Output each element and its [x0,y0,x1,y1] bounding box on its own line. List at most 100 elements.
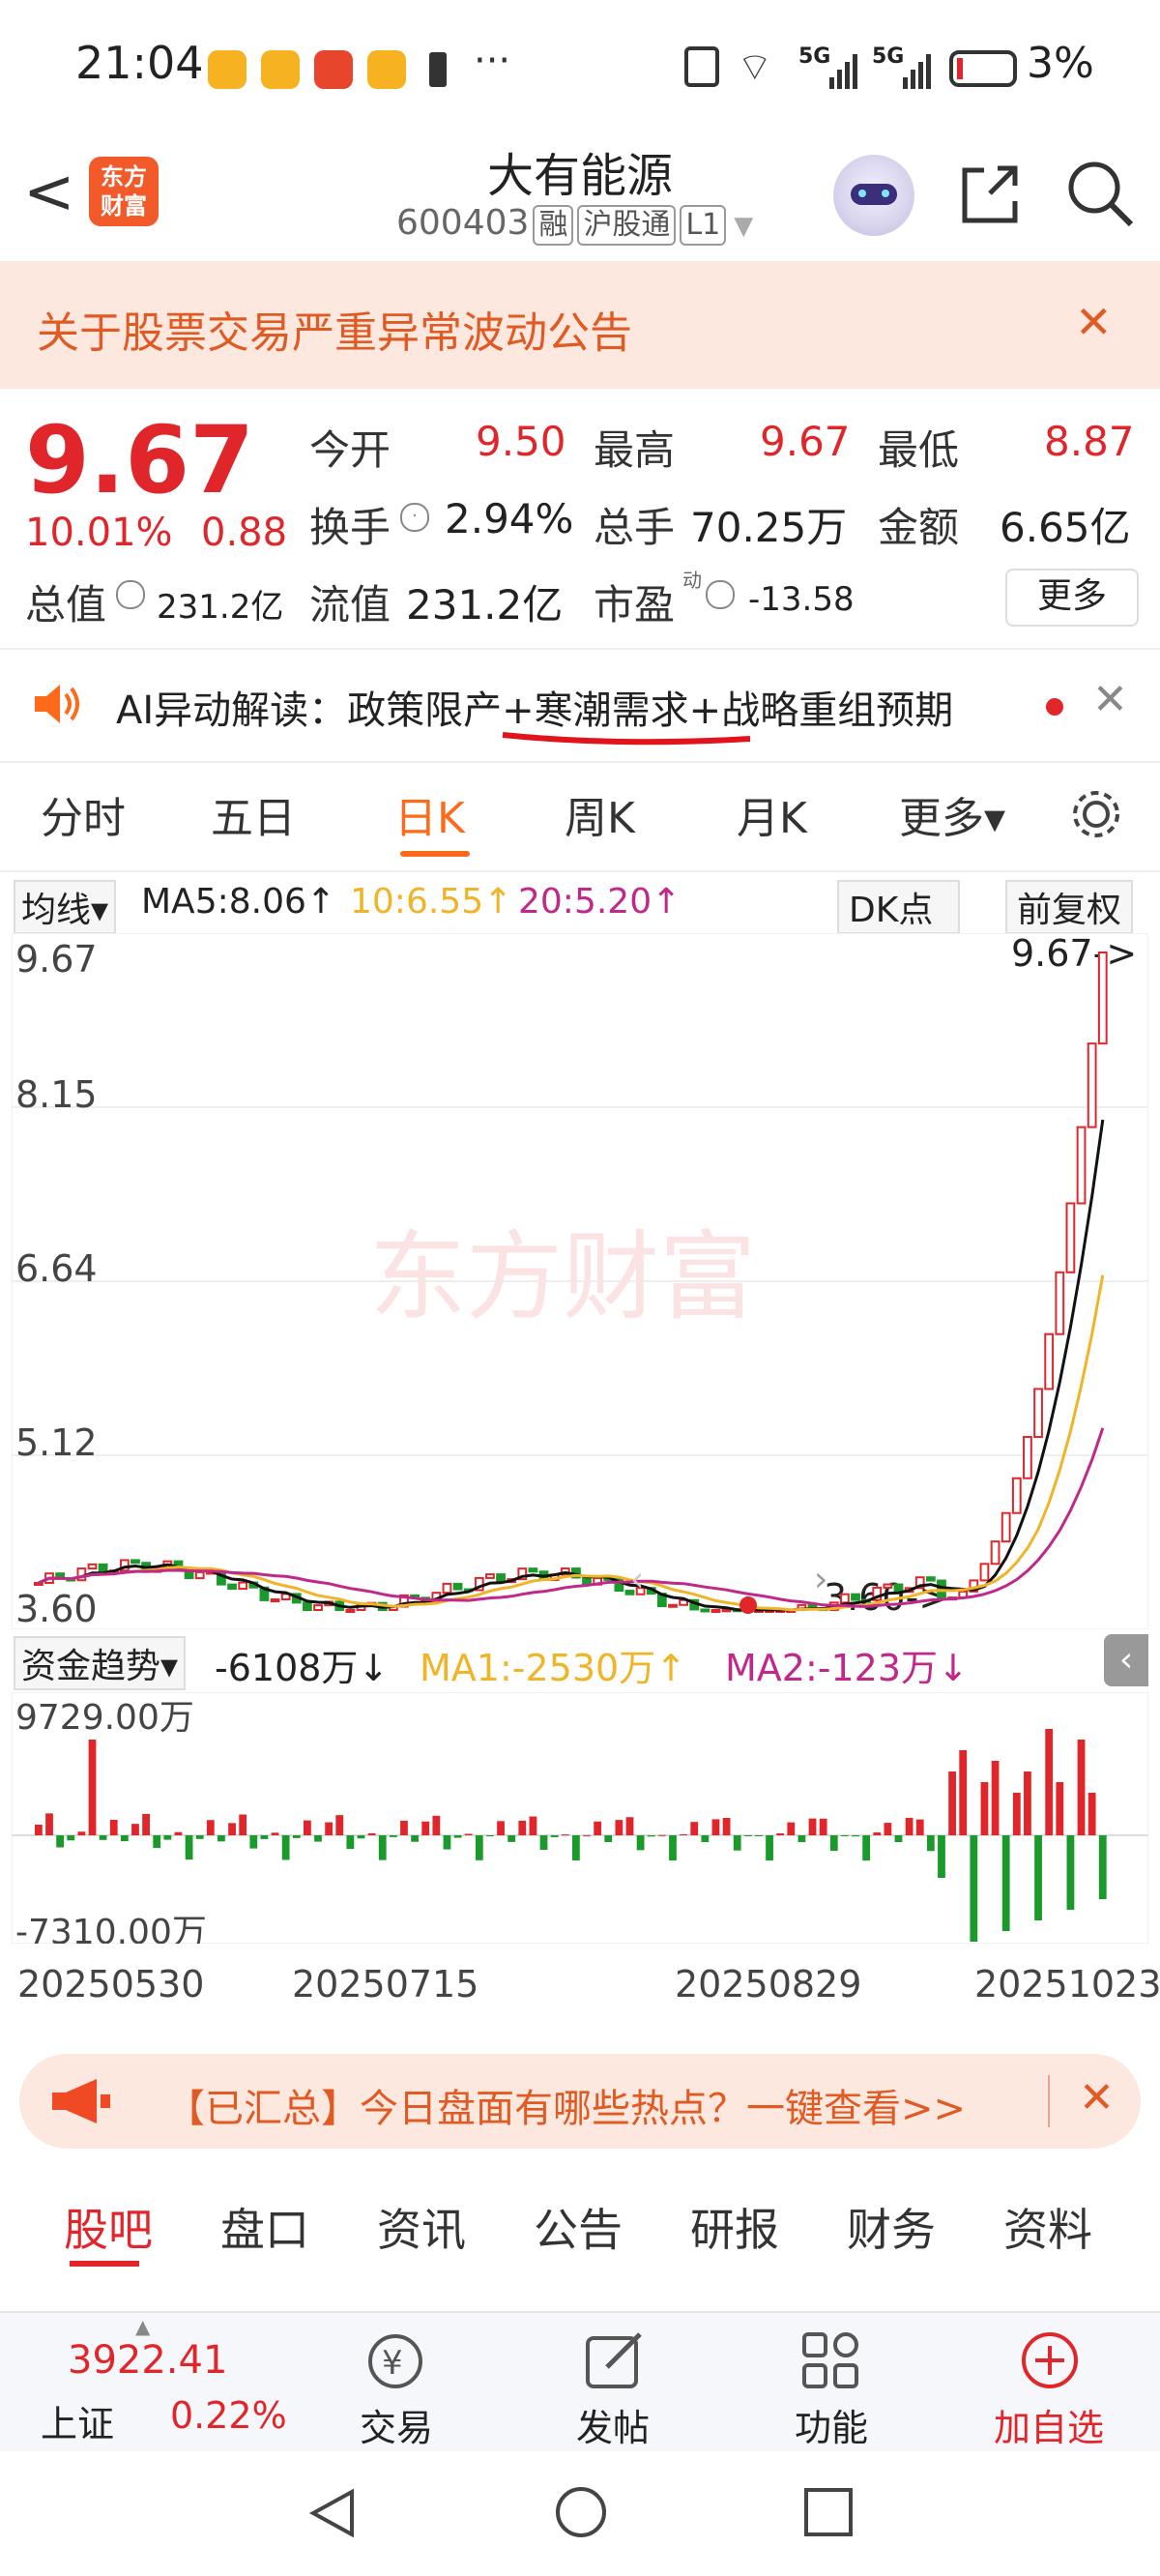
volume-label: 总手 [594,504,676,551]
fund-bar [56,1835,65,1848]
tab-daily-k[interactable]: 日K [394,783,465,845]
candle [238,1581,248,1591]
nfc-icon [684,46,719,87]
fund-bar [218,1835,225,1842]
event-dot[interactable] [740,1596,757,1614]
tab-monthly-k[interactable]: 月K [737,783,807,845]
hot-close-button[interactable]: ✕ [1079,2073,1115,2122]
ai-banner-close-button[interactable]: ✕ [1092,675,1128,724]
kline-chart[interactable]: 东方财富 9.67 8.15 6.64 5.12 3.60 9.67-> 3.6… [12,933,1148,1629]
share-icon[interactable] [955,161,1023,228]
fund-bar [271,1832,279,1835]
fund-bar [185,1835,193,1860]
adjust-select[interactable]: 前复权 [1005,880,1134,934]
notice-close-button[interactable]: ✕ [1075,296,1113,348]
fund-bar [1024,1771,1031,1835]
y-label-3: 6.64 [15,1247,98,1290]
nav-home-icon[interactable] [553,2484,609,2540]
tab-intraday[interactable]: 分时 [41,783,126,845]
ai-assistant-icon[interactable] [833,155,914,236]
dk-point-button[interactable]: DK点 [837,880,961,934]
fund-bar [88,1740,97,1835]
tab-announcements[interactable]: 公告 [534,2195,623,2259]
fund-ma1: MA1:-2530万↑ [420,1647,687,1689]
fund-bar [325,1822,334,1835]
fund-bar [239,1814,247,1835]
nav-back-icon[interactable] [305,2486,360,2540]
fund-bar [497,1821,505,1835]
tab-forum[interactable]: 股吧 [64,2195,153,2259]
candle [1011,1477,1022,1514]
fund-bar [529,1816,537,1835]
fund-bar [228,1823,236,1835]
tab-news[interactable]: 资讯 [377,2195,466,2259]
more-button[interactable]: 更多 [1005,569,1139,627]
add-watchlist-button[interactable]: 加自选 [994,2398,1104,2451]
info-icon[interactable] [706,580,735,609]
nav-recent-icon[interactable] [802,2486,855,2538]
fund-bar [131,1824,139,1835]
info-icon[interactable] [116,580,145,609]
indicator-select[interactable]: 资金趋势▾ [14,1636,187,1690]
candle [925,1576,936,1582]
candle [452,1582,463,1591]
notice-bar[interactable]: 关于股票交易严重异常波动公告 ✕ [0,261,1160,389]
fund-trend-chart[interactable]: 9729.00万 -7310.00万 [12,1692,1148,1944]
fund-top-label: 9729.00万 [15,1698,194,1738]
candle [668,1603,678,1608]
fund-bar [1088,1793,1096,1835]
megaphone-icon [52,2079,110,2123]
tab-financials[interactable]: 财务 [847,2195,936,2259]
scroll-left-icon[interactable]: ‹ [630,1560,644,1599]
edit-icon [586,2332,642,2388]
ai-banner[interactable]: AI异动解读：政策限产+寒潮需求+战略重组预期 ✕ [0,648,1160,763]
tab-weekly-k[interactable]: 周K [565,783,635,845]
info-icon[interactable]: · [400,503,429,532]
fund-bar [819,1818,827,1835]
fund-bar [1066,1835,1075,1910]
handwritten-underline [502,732,751,746]
candle [990,1540,1000,1566]
fund-bar [464,1833,473,1835]
fund-bar [346,1835,355,1850]
fund-bar [884,1823,892,1835]
collapse-panel-button[interactable]: ‹ [1104,1634,1148,1686]
fund-bar [120,1835,129,1842]
scroll-right-icon[interactable]: › [814,1560,827,1599]
apps-grid-icon [802,2332,858,2388]
fund-bar [1077,1740,1086,1835]
fund-bar [862,1835,871,1861]
search-icon[interactable] [1063,157,1137,230]
gear-icon[interactable] [1067,785,1125,843]
fund-bar [67,1835,75,1841]
fund-bar [550,1835,559,1837]
fund-bar [733,1835,741,1851]
y-label-2: 8.15 [15,1073,98,1116]
volume-value: 70.25万 [690,504,848,551]
ma-type-select[interactable]: 均线▾ [14,880,117,934]
signal-5g-label: 5G [798,44,831,69]
hot-topics-banner[interactable]: 【已汇总】今日盘面有哪些热点？一键查看>> ✕ [19,2054,1141,2149]
candle [883,1583,893,1589]
dropdown-icon[interactable]: ▼ [734,212,753,241]
tab-5day[interactable]: 五日 [211,783,296,845]
amount-label: 金额 [878,504,960,551]
date-label-3: 20250829 [675,1963,862,2005]
index-value[interactable]: 3922.41 [68,2338,227,2383]
expand-up-icon[interactable]: ▲ [135,2315,150,2338]
fund-bar [486,1835,494,1836]
tab-profile[interactable]: 资料 [1003,2195,1092,2259]
active-bottom-tab-indicator [70,2261,139,2267]
weibo-icon [208,50,246,89]
fund-bar [292,1835,301,1838]
tab-more[interactable]: 更多▾ [899,783,1005,845]
fund-bar [153,1835,161,1849]
tab-orderbook[interactable]: 盘口 [220,2195,309,2259]
trade-button[interactable]: 交易 [360,2398,433,2451]
fund-bar [260,1835,269,1839]
fund-bar [163,1835,172,1840]
function-button[interactable]: 功能 [795,2398,868,2451]
post-button[interactable]: 发帖 [576,2398,650,2451]
fund-bar [808,1818,817,1835]
tab-research[interactable]: 研报 [690,2195,779,2259]
